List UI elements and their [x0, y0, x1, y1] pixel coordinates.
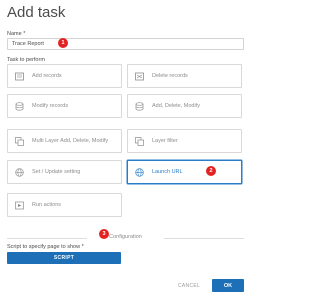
configuration-heading: Configuration	[109, 234, 142, 240]
dialog-title: Add task	[7, 4, 66, 21]
task-option-modify-records[interactable]: Modify records	[7, 94, 122, 118]
task-label: Task to perform	[7, 57, 45, 63]
script-button[interactable]: SCRIPT	[7, 252, 121, 264]
layer-filter-icon	[135, 136, 144, 146]
task-option-label: Run actions	[32, 202, 62, 208]
configuration-divider: Configuration	[7, 234, 244, 242]
annotation-badge-3: 3	[99, 229, 109, 239]
add-records-icon	[15, 72, 24, 81]
task-option-launch-url[interactable]: Launch URL	[127, 160, 242, 184]
task-option-label: Launch URL	[152, 169, 183, 175]
globe-icon	[135, 167, 144, 177]
task-option-set-update-setting[interactable]: Set / Update setting	[7, 160, 122, 184]
name-input[interactable]	[7, 38, 244, 50]
task-option-multi-layer[interactable]: Multi Layer Add, Delete, Modify	[7, 129, 122, 153]
task-option-label: Layer filter	[152, 138, 178, 144]
add-delete-modify-icon	[135, 101, 144, 111]
ok-button[interactable]: OK	[212, 279, 244, 292]
task-option-label: Add, Delete, Modify	[152, 103, 200, 109]
multi-layer-icon	[15, 136, 24, 146]
divider-line	[164, 238, 244, 239]
annotation-badge-1: 1	[58, 38, 68, 48]
task-option-label: Add records	[32, 73, 62, 79]
modify-records-icon	[15, 101, 24, 111]
annotation-badge-2: 2	[206, 166, 216, 176]
task-option-layer-filter[interactable]: Layer filter	[127, 129, 242, 153]
task-option-delete-records[interactable]: Delete records	[127, 64, 242, 88]
cancel-button[interactable]: CANCEL	[178, 283, 200, 289]
settings-globe-icon	[15, 167, 24, 177]
task-option-label: Modify records	[32, 103, 69, 109]
name-label: Name *	[7, 31, 26, 37]
task-option-add-records[interactable]: Add records	[7, 64, 122, 88]
task-option-run-actions[interactable]: Run actions	[7, 193, 122, 217]
run-actions-icon	[15, 201, 24, 210]
script-label: Script to specify page to show *	[7, 244, 84, 250]
task-option-label: Set / Update setting	[32, 169, 81, 175]
delete-records-icon	[135, 72, 144, 81]
task-option-add-delete-modify[interactable]: Add, Delete, Modify	[127, 94, 242, 118]
task-option-label: Delete records	[152, 73, 188, 79]
task-option-label: Multi Layer Add, Delete, Modify	[32, 138, 109, 144]
